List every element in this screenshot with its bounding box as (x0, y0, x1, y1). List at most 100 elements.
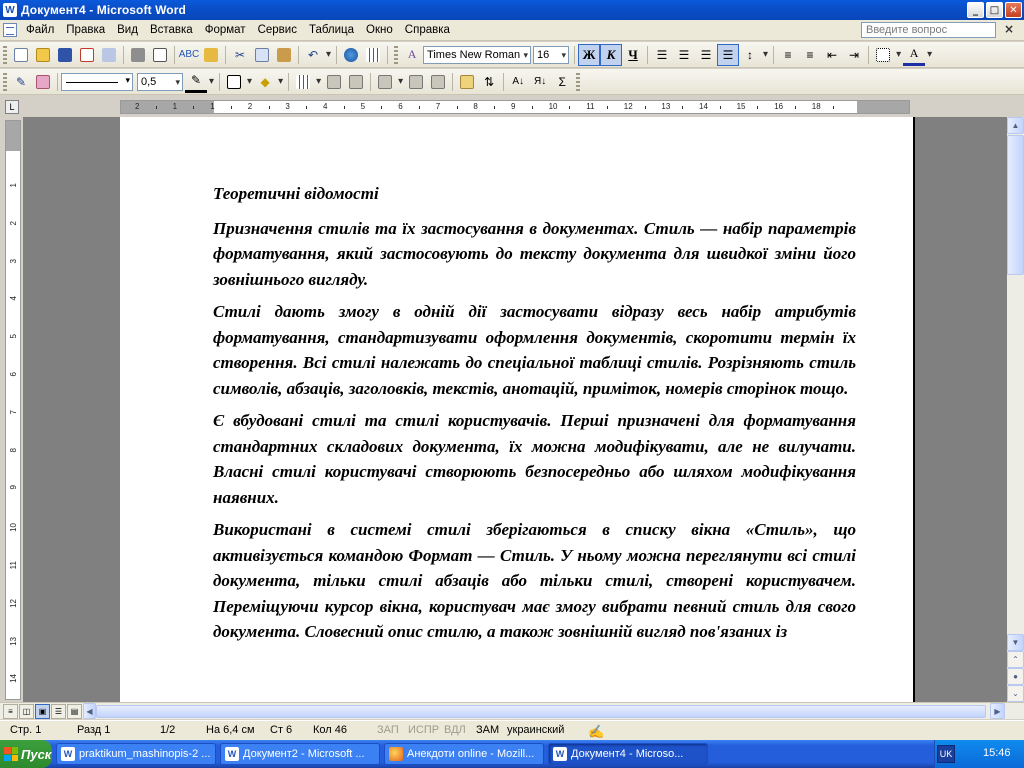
shading-color-icon[interactable]: ◆ (254, 71, 276, 93)
text-direction-icon[interactable]: ⇅ (478, 71, 500, 93)
split-cells-icon[interactable] (345, 71, 367, 93)
justify-icon[interactable]: ☰ (717, 43, 740, 66)
outline-view-button[interactable]: ☰ (51, 704, 66, 719)
permission-icon[interactable] (76, 44, 98, 66)
status-track-changes[interactable]: ИСПР (408, 724, 439, 736)
numbering-icon[interactable]: ≡ (777, 44, 799, 66)
align-center-icon[interactable]: ☰ (673, 44, 695, 66)
help-question-input[interactable]: Введите вопрос (861, 22, 996, 38)
start-button[interactable]: Пуск (0, 740, 52, 768)
reading-layout-view-button[interactable]: ▤ (67, 704, 82, 719)
italic-button[interactable]: К (600, 43, 623, 66)
menu-window[interactable]: Окно (360, 20, 399, 40)
status-language[interactable]: украинский (507, 724, 564, 736)
outside-border-icon[interactable] (223, 71, 245, 93)
scroll-left-button[interactable]: ◀ (83, 703, 96, 719)
paste-icon[interactable] (273, 44, 295, 66)
table-autoformat-icon[interactable] (456, 71, 478, 93)
spelling-icon[interactable]: ABC (178, 44, 200, 66)
vertical-scroll-thumb[interactable] (1007, 135, 1024, 275)
menu-view[interactable]: Вид (111, 20, 144, 40)
menu-file[interactable]: Файл (20, 20, 60, 40)
menu-format[interactable]: Формат (199, 20, 252, 40)
undo-dropdown-icon[interactable]: ▾ (326, 49, 331, 60)
decrease-indent-icon[interactable]: ⇤ (821, 44, 843, 66)
borders-dropdown-icon[interactable]: ▾ (896, 49, 901, 60)
word-app-icon[interactable]: W (3, 3, 17, 17)
bold-button[interactable]: Ж (578, 43, 601, 66)
copy-icon[interactable] (251, 44, 273, 66)
next-page-button[interactable]: ⌄ (1007, 685, 1024, 702)
draw-table-icon[interactable]: ✎ (10, 71, 32, 93)
insert-table-icon[interactable] (292, 71, 314, 93)
scroll-up-button[interactable]: ▲ (1007, 117, 1024, 134)
align-cell-dropdown-icon[interactable]: ▾ (398, 76, 403, 87)
minimize-button[interactable]: _ (967, 2, 984, 18)
insert-table-dropdown-icon[interactable]: ▾ (316, 76, 321, 87)
font-size-select[interactable]: 16 (533, 45, 570, 64)
taskbar-item[interactable]: Анекдоти online - Mozill... (384, 743, 544, 765)
document-body[interactable]: Теоретичні відомості Призначення стилів … (213, 181, 856, 652)
styles-icon[interactable]: A (401, 44, 423, 66)
vertical-ruler[interactable]: 1 2 3 4 5 6 7 8 9 10 11 12 13 14 (5, 120, 21, 700)
shading-dropdown-icon[interactable]: ▾ (278, 76, 283, 87)
language-indicator[interactable]: UK (937, 745, 955, 763)
open-folder-icon[interactable] (32, 44, 54, 66)
horizontal-scrollbar[interactable]: ≡ ◫ ▣ ☰ ▤ ◀ ▶ (0, 702, 1024, 719)
eraser-icon[interactable] (32, 71, 54, 93)
horizontal-scroll-thumb[interactable] (96, 705, 986, 718)
research-icon[interactable] (200, 44, 222, 66)
print-preview-icon[interactable] (149, 44, 171, 66)
font-color-dropdown-icon[interactable]: ▾ (927, 49, 932, 60)
spelling-status-icon[interactable]: ✍ (588, 724, 604, 740)
close-button[interactable]: ✕ (1005, 2, 1022, 18)
taskbar-item-active[interactable]: W Документ4 - Microso... (548, 743, 708, 765)
align-left-icon[interactable]: ☰ (651, 44, 673, 66)
toolbar-grip[interactable] (394, 45, 399, 64)
cut-icon[interactable]: ✂ (229, 44, 251, 66)
increase-indent-icon[interactable]: ⇥ (843, 44, 865, 66)
document-workspace[interactable]: Теоретичні відомості Призначення стилів … (23, 117, 1007, 702)
menu-insert[interactable]: Вставка (144, 20, 199, 40)
vertical-scrollbar[interactable]: ▲ ▼ ⌃ ● ⌄ (1007, 117, 1024, 702)
borders-icon[interactable] (872, 44, 894, 66)
scroll-right-button[interactable]: ▶ (990, 703, 1005, 719)
clock[interactable]: 15:46 (983, 747, 1011, 759)
align-cell-icon[interactable] (374, 71, 396, 93)
line-spacing-icon[interactable]: ↕ (739, 44, 761, 66)
align-right-icon[interactable]: ☰ (695, 44, 717, 66)
outside-border-dropdown-icon[interactable]: ▾ (247, 76, 252, 87)
font-name-select[interactable]: Times New Roman (423, 45, 532, 64)
menu-tools[interactable]: Сервис (252, 20, 303, 40)
autosum-icon[interactable]: Σ (551, 71, 573, 93)
bullets-icon[interactable]: ≡ (799, 44, 821, 66)
sort-ascending-icon[interactable]: A↓ (507, 71, 529, 93)
table-icon[interactable] (362, 44, 384, 66)
document-close-button[interactable]: × (1004, 22, 1014, 36)
print-layout-view-button[interactable]: ▣ (35, 704, 50, 719)
font-color-icon[interactable]: A (903, 44, 926, 66)
previous-page-button[interactable]: ⌃ (1007, 651, 1024, 668)
scroll-down-button[interactable]: ▼ (1007, 634, 1024, 651)
web-layout-view-button[interactable]: ◫ (19, 704, 34, 719)
toolbar-grip[interactable] (3, 45, 7, 64)
email-icon[interactable] (98, 44, 120, 66)
browse-object-button[interactable]: ● (1007, 668, 1024, 685)
taskbar-item[interactable]: Wpraktikum_mashinopis-2 ... (56, 743, 216, 765)
tab-selector-button[interactable]: L (5, 100, 19, 114)
normal-view-button[interactable]: ≡ (3, 704, 18, 719)
distribute-columns-icon[interactable] (427, 71, 449, 93)
undo-icon[interactable]: ↶ (302, 44, 324, 66)
hyperlink-icon[interactable] (340, 44, 362, 66)
line-weight-select[interactable]: 0,5 (137, 72, 183, 91)
menu-table[interactable]: Таблица (303, 20, 360, 40)
menu-edit[interactable]: Правка (60, 20, 111, 40)
status-overtype[interactable]: ЗАМ (476, 724, 499, 736)
toolbar-grip[interactable] (576, 72, 581, 91)
merge-cells-icon[interactable] (323, 71, 345, 93)
document-icon[interactable] (3, 23, 17, 37)
border-color-icon[interactable]: ✎ (185, 71, 207, 93)
status-extend[interactable]: ВДЛ (444, 724, 466, 736)
horizontal-ruler[interactable]: 2 1 1 2 3 4 5 6 7 8 9 10 11 12 13 14 15 16 18 (120, 100, 910, 114)
new-document-icon[interactable] (10, 44, 32, 66)
